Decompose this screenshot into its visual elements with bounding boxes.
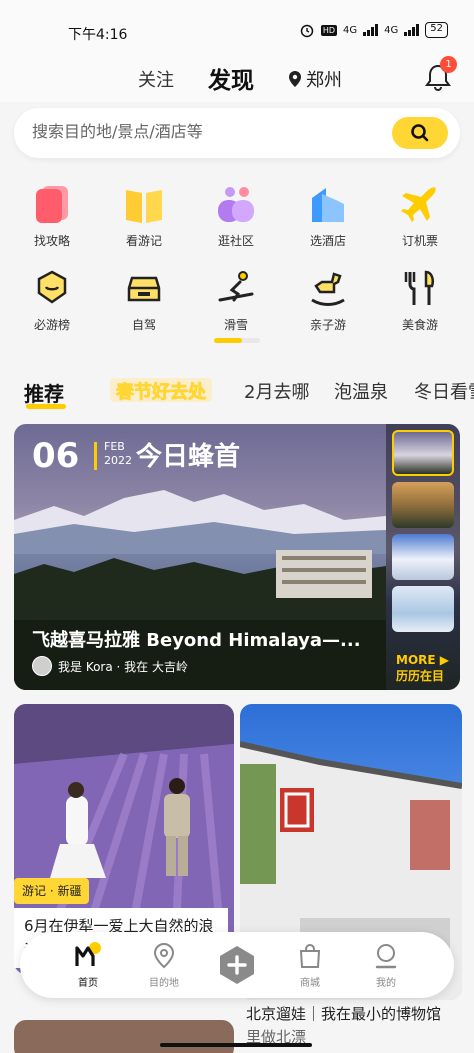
nav-add-button[interactable] xyxy=(216,944,258,986)
profile-icon xyxy=(372,942,400,970)
nav-label: 商城 xyxy=(300,978,320,989)
status-time: 下午4:16 xyxy=(68,27,128,43)
category-label: 亲子游 xyxy=(309,318,346,332)
top-header: 关注 发现 郑州 1 xyxy=(0,56,474,102)
thumbnail-1[interactable] xyxy=(392,430,454,476)
thumbnail-4[interactable] xyxy=(392,586,454,632)
rocking-horse-icon xyxy=(306,266,350,310)
ski-icon xyxy=(214,266,258,310)
guide-book-icon xyxy=(30,182,74,226)
avatar xyxy=(32,656,52,676)
airplane-icon xyxy=(398,182,442,226)
tab-active-indicator xyxy=(26,404,66,409)
category-ski[interactable]: 滑雪 xyxy=(196,266,276,333)
tab-february[interactable]: 2月去哪 xyxy=(244,378,309,404)
banner-title[interactable]: 飞越喜马拉雅 Beyond Himalaya—... xyxy=(32,626,361,652)
home-icon xyxy=(74,942,102,970)
category-food[interactable]: 美食游 xyxy=(380,266,460,333)
category-family[interactable]: 亲子游 xyxy=(288,266,368,333)
more-sub-label: 历历在目 xyxy=(396,669,445,683)
tab-follow[interactable]: 关注 xyxy=(138,66,174,92)
tab-spring-festival[interactable]: 春节好去处 xyxy=(108,372,214,406)
banner-month-year: FEB 2022 xyxy=(104,440,132,468)
travelogue-icon xyxy=(122,182,166,226)
food-icon xyxy=(398,266,442,310)
more-label: MORE xyxy=(396,653,436,667)
nav-home[interactable]: 首页 xyxy=(58,942,118,989)
nav-label: 目的地 xyxy=(149,978,179,989)
battery-icon: 52 xyxy=(425,22,448,38)
network-label-2: 4G xyxy=(384,24,399,36)
location-pin-icon xyxy=(150,942,178,970)
category-self-drive[interactable]: 自驾 xyxy=(104,266,184,333)
add-icon xyxy=(220,946,254,984)
category-label: 必游榜 xyxy=(33,318,70,332)
home-indicator xyxy=(160,1043,312,1047)
tab-winter-snow[interactable]: 冬日看雪 xyxy=(414,378,474,404)
category-label: 美食游 xyxy=(401,318,438,332)
tab-recommend[interactable]: 推荐 xyxy=(24,378,64,407)
card-title-beijing[interactable]: 北京遛娃｜我在最小的博物馆 xyxy=(246,1002,472,1026)
hd-badge: HD xyxy=(320,24,338,36)
thumbnail-2[interactable] xyxy=(392,482,454,528)
grid-page-indicator xyxy=(214,338,260,343)
category-label: 选酒店 xyxy=(309,234,346,248)
category-label: 自驾 xyxy=(131,318,156,332)
banner-day: 06 xyxy=(32,436,80,476)
banner-author[interactable]: 我是 Kora · 我在 大吉岭 xyxy=(32,656,188,676)
status-icons: HD 4G 4G 52 xyxy=(299,22,448,38)
nav-label: 我的 xyxy=(376,978,396,989)
location-pin-icon xyxy=(289,71,301,87)
banner-year: 2022 xyxy=(104,454,132,467)
search-input[interactable] xyxy=(32,122,372,141)
search-button[interactable] xyxy=(392,117,448,149)
notification-badge: 1 xyxy=(440,56,457,73)
banner-thumbnails: MORE ▶ 历历在目 xyxy=(386,424,460,690)
category-label: 滑雪 xyxy=(223,318,248,332)
category-hotel[interactable]: 选酒店 xyxy=(288,182,368,249)
location-selector[interactable]: 郑州 xyxy=(288,66,342,92)
community-icon xyxy=(214,182,258,226)
network-label-1: 4G xyxy=(343,24,358,36)
nav-destination[interactable]: 目的地 xyxy=(134,942,194,989)
feed-card-next[interactable] xyxy=(14,1020,234,1053)
status-bar: 下午4:16 HD 4G 4G 52 xyxy=(0,0,474,58)
category-community[interactable]: 逛社区 xyxy=(196,182,276,249)
category-label: 订机票 xyxy=(401,234,438,248)
shopping-bag-icon xyxy=(296,942,324,970)
thumbnail-3[interactable] xyxy=(392,534,454,580)
category-guide[interactable]: 找攻略 xyxy=(12,182,92,249)
category-flight[interactable]: 订机票 xyxy=(380,182,460,249)
alarm-icon xyxy=(300,24,314,38)
search-bar xyxy=(14,108,460,158)
festival-label: 春节好去处 xyxy=(116,381,207,403)
location-label: 郑州 xyxy=(306,70,342,91)
nav-mall[interactable]: 商城 xyxy=(280,942,340,989)
category-ranking[interactable]: 必游榜 xyxy=(12,266,92,333)
card-category-tag: 游记 · 新疆 xyxy=(14,878,90,904)
nav-label: 首页 xyxy=(78,978,98,989)
banner-divider xyxy=(94,442,97,470)
tab-hot-spring[interactable]: 泡温泉 xyxy=(334,378,388,404)
nav-profile[interactable]: 我的 xyxy=(356,942,416,989)
category-travelogue[interactable]: 看游记 xyxy=(104,182,184,249)
more-link[interactable]: MORE ▶ 历历在目 xyxy=(396,652,449,684)
category-label: 看游记 xyxy=(125,234,162,248)
car-icon xyxy=(122,266,166,310)
category-label: 找攻略 xyxy=(33,234,70,248)
tab-discover[interactable]: 发现 xyxy=(208,61,254,95)
signal-icon-2 xyxy=(404,24,420,36)
content-tabs: 推荐 春节好去处 2月去哪 泡温泉 冬日看雪 xyxy=(0,366,474,416)
bottom-nav: 首页 目的地 商城 我的 xyxy=(20,932,454,998)
banner-daily-label: 今日蜂首 xyxy=(136,442,241,472)
search-icon xyxy=(411,124,429,142)
ranking-icon xyxy=(30,266,74,310)
hotel-icon xyxy=(306,182,350,226)
category-label: 逛社区 xyxy=(217,234,254,248)
signal-icon xyxy=(363,24,379,36)
banner-author-text: 我是 Kora · 我在 大吉岭 xyxy=(58,659,188,674)
banner-month: FEB xyxy=(104,440,125,453)
featured-banner[interactable]: 06 FEB 2022 今日蜂首 飞越喜马拉雅 Beyond Himalaya—.… xyxy=(14,424,460,690)
